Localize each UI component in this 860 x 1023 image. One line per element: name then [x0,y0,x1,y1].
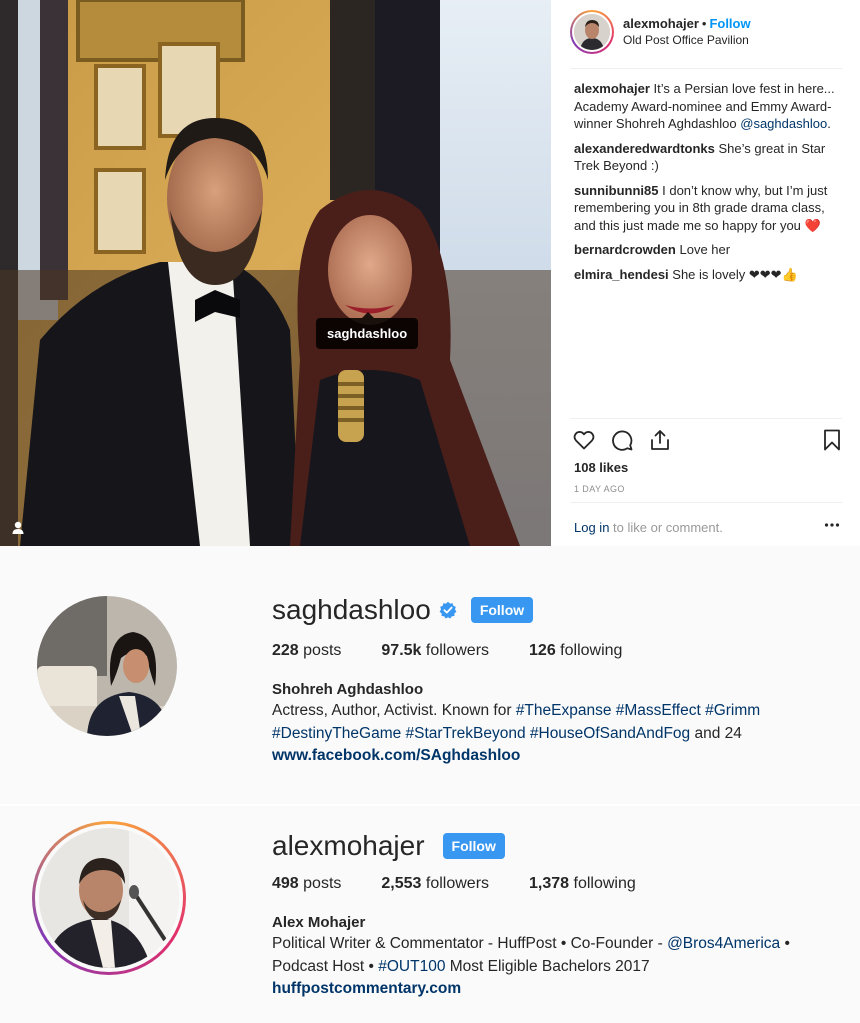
login-prompt: Log in to like or comment. [574,520,723,535]
posts-count: 498 [272,875,299,892]
more-options-icon[interactable] [824,521,840,529]
bookmark-icon[interactable] [820,428,844,452]
profile-full-name: Shohreh Aghdashloo [272,681,424,698]
following-label: following [555,642,623,659]
posts-label: posts [298,875,342,892]
comment-username[interactable]: bernardcrowden [574,242,676,257]
following-label: following [569,875,636,892]
comment-text: She is lovely ❤❤❤👍 [672,266,798,282]
caption-username[interactable]: alexmohajer [574,81,650,96]
post-timestamp[interactable]: 1 DAY AGO [574,484,625,494]
photo-tag-label[interactable]: saghdashloo [316,312,419,349]
post-sidebar: alexmohajer • Follow Old Post Office Pavil… [562,0,852,546]
bio-text: • [780,935,790,952]
verified-badge-icon [439,601,457,619]
header-separator: • [701,16,707,31]
comment-username[interactable]: elmira_hendesi [574,267,669,282]
profile-card-alexmohajer: alexmohajer Follow 498 posts 2,553 follo… [0,806,860,1023]
following-count: 126 [529,642,556,659]
followers-count: 97.5k [381,642,422,659]
profile-full-name: Alex Mohajer [272,914,366,931]
post-actions [572,428,842,454]
caption-mention[interactable]: @saghdashloo [740,116,827,131]
bio-text: Podcast Host • [272,957,379,975]
profile-avatar[interactable] [37,596,177,736]
heart-icon[interactable] [572,428,596,452]
profile-username: saghdashloo [272,594,431,625]
comment-text: Love her [679,242,731,257]
following-stat[interactable]: 1,378 following [529,875,636,893]
actions-divider [570,418,842,419]
profile-follow-button[interactable]: Follow [470,597,534,623]
followers-count: 2,553 [381,875,422,892]
bio-text: Most Eligible Bachelors 2017 [445,957,650,975]
post-author-avatar[interactable] [570,10,614,54]
comment-username[interactable]: alexanderedwardtonks [574,141,715,156]
profile-website-link[interactable]: huffpostcommentary.com [272,980,461,998]
bio-hashtags[interactable]: #TheExpanse #MassEffect #Grimm [516,702,760,719]
posts-count: 228 [272,642,299,659]
caption-end: . [827,116,831,131]
comment-item: alexanderedwardtonks She’s great in Star… [574,140,846,175]
profile-avatar[interactable] [32,821,186,975]
profile-website-link[interactable]: www.facebook.com/SAghdashloo [272,747,520,765]
profile-follow-button[interactable]: Follow [442,833,505,859]
profile-bio: Actress, Author, Activist. Known for #Th… [272,700,812,745]
posts-stat[interactable]: 498 posts [272,875,341,893]
profile-stats: 228 posts 97.5k followers 126 following [272,642,662,660]
login-link[interactable]: Log in [574,520,609,535]
profile-username: alexmohajer [272,830,425,861]
header-divider [570,68,842,69]
comment-username[interactable]: sunnibunni85 [574,183,659,198]
profile-stats: 498 posts 2,553 followers 1,378 followin… [272,875,676,893]
bio-text: and 24 [690,724,742,742]
post-photo[interactable]: saghdashloo [0,0,551,546]
comments-list: alexmohajer It’s a Persian love fest in … [574,80,846,290]
followers-label: followers [421,642,490,659]
user-tag-icon[interactable] [9,519,27,537]
login-prompt-text: to like or comment. [609,520,723,535]
instagram-post: saghdashloo alexmohajer • Follow Old Pos… [0,0,860,546]
likes-count[interactable]: 108 likes [574,460,628,475]
profile-avatar-image [37,596,177,736]
footer-divider [570,502,842,503]
post-location[interactable]: Old Post Office Pavilion [623,32,751,48]
posts-stat[interactable]: 228 posts [272,642,341,660]
share-icon[interactable] [648,428,672,452]
comment-item: sunnibunni85 I don’t know why, but I’m j… [574,182,846,235]
comment-item: elmira_hendesi She is lovely ❤❤❤👍 [574,266,846,284]
profile-avatar-image [39,828,179,968]
post-photo-image [0,0,551,546]
bio-text: Actress, Author, Activist. Known for [272,702,516,719]
followers-stat[interactable]: 97.5k followers [381,642,489,660]
profile-card-saghdashloo: saghdashloo Follow 228 posts 97.5k follo… [0,546,860,804]
post-header: alexmohajer • Follow Old Post Office Pavil… [570,10,751,54]
following-count: 1,378 [529,875,570,892]
post-caption: alexmohajer It’s a Persian love fest in … [574,80,846,133]
profile-bio: Political Writer & Commentator - HuffPos… [272,933,812,978]
bio-hashtags[interactable]: #DestinyTheGame #StarTrekBeyond #HouseOf… [272,725,690,742]
bio-mention[interactable]: @Bros4America [667,935,780,952]
profile-name-row: alexmohajer Follow [272,830,505,862]
following-stat[interactable]: 126 following [529,642,622,660]
followers-stat[interactable]: 2,553 followers [381,875,489,893]
followers-label: followers [421,875,490,892]
post-author-username[interactable]: alexmohajer [623,16,699,31]
bio-text: Political Writer & Commentator - HuffPos… [272,935,668,952]
comment-icon[interactable] [610,428,634,452]
bio-hashtag[interactable]: #OUT100 [378,958,445,975]
header-follow-button[interactable]: Follow [709,16,750,31]
profile-name-row: saghdashloo Follow [272,594,534,626]
posts-label: posts [298,642,342,659]
comment-item: bernardcrowden Love her [574,241,846,259]
avatar-image [574,14,610,50]
